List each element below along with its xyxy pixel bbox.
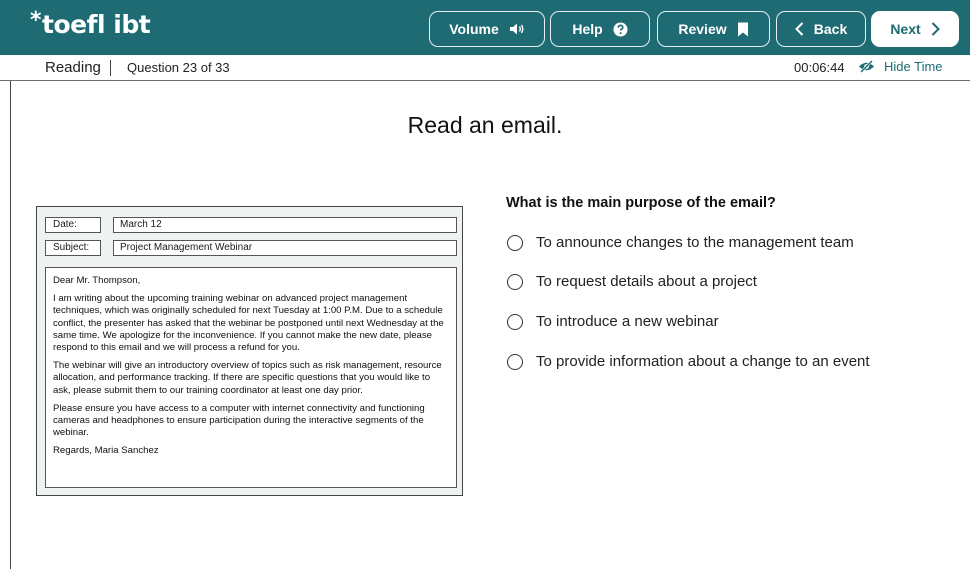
top-bar: *toefl ibt Volume Help Review Back Next: [0, 0, 970, 55]
answer-option-2[interactable]: To request details about a project: [507, 273, 757, 290]
answer-option-label: To request details about a project: [536, 273, 757, 290]
hide-time-button[interactable]: Hide Time: [858, 59, 943, 74]
status-bar: Reading Question 23 of 33 00:06:44 Hide …: [0, 55, 970, 81]
back-button[interactable]: Back: [776, 11, 866, 47]
email-date-value: March 12: [113, 217, 457, 233]
volume-button-label: Volume: [449, 21, 499, 37]
answer-option-label: To introduce a new webinar: [536, 313, 719, 330]
email-subject-value: Project Management Webinar: [113, 240, 457, 256]
email-subject-label: Subject:: [45, 240, 101, 256]
back-button-label: Back: [813, 21, 848, 37]
email-paragraph: Please ensure you have access to a compu…: [53, 402, 425, 439]
hide-time-label: Hide Time: [884, 59, 943, 74]
answer-option-4[interactable]: To provide information about a change to…: [507, 353, 870, 370]
email-date-label: Date:: [45, 217, 101, 233]
divider: [110, 60, 111, 76]
volume-button[interactable]: Volume: [429, 11, 545, 47]
review-button[interactable]: Review: [657, 11, 770, 47]
page-title: Read an email.: [407, 112, 563, 138]
chevron-right-icon: [931, 22, 940, 36]
email-paragraph: I am writing about the upcoming training…: [53, 293, 444, 354]
email-paragraph: The webinar will give an introductory ov…: [53, 360, 442, 396]
review-button-label: Review: [678, 21, 727, 37]
eye-slash-icon: [858, 60, 875, 73]
radio-button[interactable]: [507, 313, 523, 330]
answer-option-3[interactable]: To introduce a new webinar: [507, 313, 719, 330]
radio-button[interactable]: [507, 273, 523, 290]
question-circle-icon: [613, 22, 628, 37]
content-left-border: [10, 81, 11, 569]
help-button-label: Help: [572, 21, 603, 37]
email-card: Date: March 12 Subject: Project Manageme…: [36, 206, 463, 496]
logo-text: toefl ibt: [42, 10, 151, 39]
radio-button[interactable]: [507, 234, 523, 251]
answer-option-1[interactable]: To announce changes to the management te…: [507, 234, 854, 251]
email-signoff: Regards, Maria Sanchez: [53, 445, 159, 457]
timer: 00:06:44: [794, 60, 845, 75]
bookmark-icon: [737, 22, 749, 37]
speaker-icon: [509, 22, 525, 36]
help-button[interactable]: Help: [550, 11, 650, 47]
answer-option-label: To announce changes to the management te…: [536, 234, 854, 251]
question-counter: Question 23 of 33: [127, 60, 230, 75]
answer-option-label: To provide information about a change to…: [536, 353, 870, 370]
logo-star: *: [30, 8, 42, 33]
radio-button[interactable]: [507, 353, 523, 370]
question-text: What is the main purpose of the email?: [506, 195, 776, 211]
next-button[interactable]: Next: [871, 11, 959, 47]
section-name: Reading: [45, 59, 101, 76]
toefl-logo: *toefl ibt: [30, 8, 151, 39]
next-button-label: Next: [890, 21, 921, 37]
chevron-left-icon: [794, 22, 804, 36]
email-greeting: Dear Mr. Thompson,: [53, 275, 141, 286]
email-body: Dear Mr. Thompson, I am writing about th…: [45, 267, 457, 488]
